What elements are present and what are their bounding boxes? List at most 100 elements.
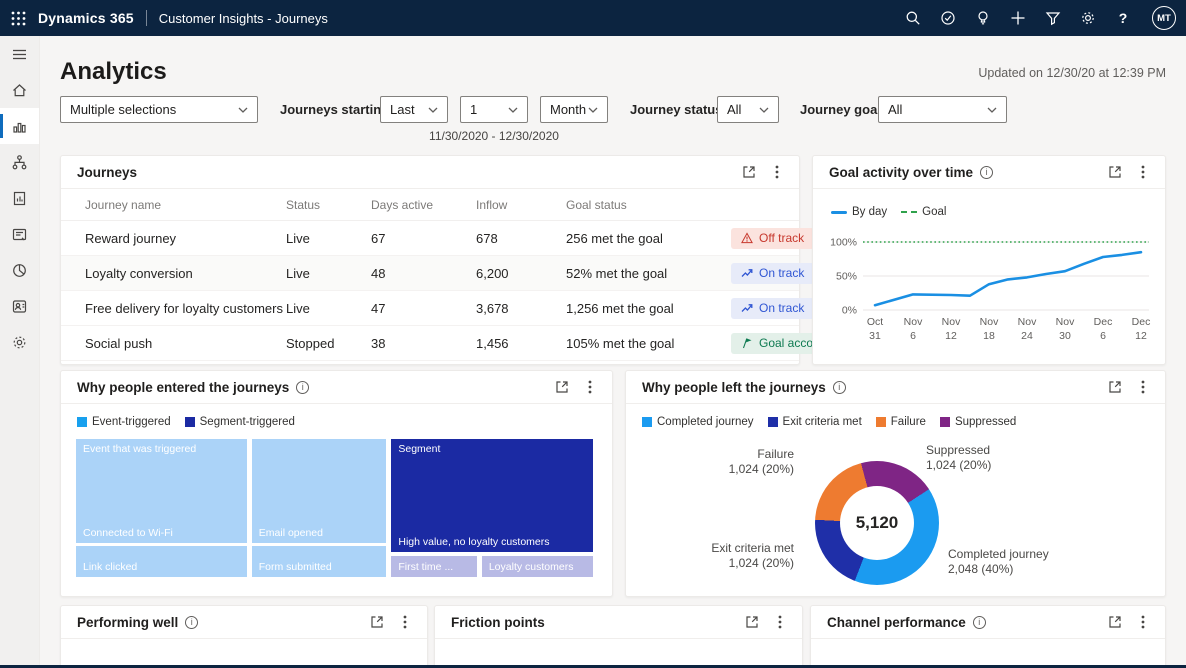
treemap-block[interactable]: Event that was triggeredConnected to Wi-… [76,439,247,543]
expand-icon[interactable] [365,610,389,634]
more-icon[interactable] [1131,160,1155,184]
sidebar-item-reports[interactable] [0,180,39,216]
table-row[interactable]: Social pushStopped381,456105% met the go… [61,326,799,361]
column-header[interactable]: Goal status [566,198,731,212]
settings-icon[interactable] [1080,10,1096,26]
app-name[interactable]: Dynamics 365 [38,10,134,26]
donut-chart[interactable]: 5,120 [815,461,939,585]
legend-item[interactable]: Goal [901,206,946,218]
expand-icon[interactable] [737,160,761,184]
info-icon[interactable]: i [980,166,993,179]
chevron-down-icon [987,107,997,113]
svg-text:Nov: Nov [942,316,961,328]
expand-icon[interactable] [1103,610,1127,634]
warning-icon [741,232,753,244]
waffle-icon[interactable] [0,0,36,36]
info-icon[interactable]: i [185,616,198,629]
entered-card-title: Why people entered the journeys [77,380,289,395]
line-chart-svg[interactable]: 100%50%0%Oct31Nov6Nov12Nov18Nov24Nov30De… [819,228,1159,346]
entered-chart-legend: Event-triggered Segment-triggered [77,416,295,428]
table-row[interactable]: Free delivery for loyalty customersLive4… [61,291,799,326]
card-title: Performing well [77,615,178,630]
period-mode-dropdown[interactable]: Last [380,96,448,123]
table-row[interactable]: Reward journeyLive67678256 met the goalO… [61,221,799,256]
status-cell: Stopped [286,336,371,351]
sidebar-item-audience[interactable] [0,288,39,324]
bottom-card-channel-performance: Channel performancei [810,605,1166,668]
period-mode-value: Last [390,102,415,117]
goal-activity-card: Goal activity over time i By dayGoal 100… [812,155,1166,365]
sidebar-menu-toggle[interactable] [0,36,39,72]
status-badge: Off track [731,228,814,249]
audience-dropdown-value: Multiple selections [70,102,176,117]
journey-goal-dropdown[interactable]: All [878,96,1007,123]
more-icon[interactable] [1131,610,1155,634]
expand-icon[interactable] [740,610,764,634]
info-icon[interactable]: i [973,616,986,629]
info-icon[interactable]: i [296,381,309,394]
page-title: Analytics [60,58,167,86]
inflow-cell: 3,678 [476,301,566,316]
treemap-block[interactable]: SegmentHigh value, no loyalty customers [391,439,593,552]
callout-label: Exit criteria met [672,541,794,556]
column-header[interactable]: Inflow [476,198,566,212]
plus-icon[interactable] [1010,10,1026,26]
period-unit-value: Month [550,102,586,117]
period-unit-dropdown[interactable]: Month [540,96,608,123]
legend-item[interactable]: By day [831,206,887,218]
filter-icon[interactable] [1045,10,1061,26]
column-header[interactable]: Days active [371,198,476,212]
journey-status-dropdown[interactable]: All [717,96,779,123]
expand-icon[interactable] [550,375,574,399]
lightbulb-icon[interactable] [975,10,991,26]
treemap-leaf-label: First time ... [398,561,472,573]
entered-treemap: Event that was triggeredConnected to Wi-… [76,439,593,577]
guidance-icon[interactable] [940,10,956,26]
sidebar-item-messages[interactable] [0,216,39,252]
legend-item[interactable]: Segment-triggered [185,416,295,428]
more-icon[interactable] [768,610,792,634]
treemap-block[interactable]: Form submitted [252,546,386,577]
column-header[interactable]: Status [286,198,371,212]
avatar[interactable]: MT [1152,6,1176,30]
bottom-card-performing-well: Performing well i [60,605,428,668]
treemap-block[interactable]: Email opened [252,439,386,543]
treemap-block[interactable]: Link clicked [76,546,247,577]
table-row[interactable]: Loyalty conversionLive486,20052% met the… [61,256,799,291]
legend-item[interactable]: Event-triggered [77,416,171,428]
more-icon[interactable] [765,160,789,184]
more-icon[interactable] [578,375,602,399]
topbar-actions: ? MT [905,6,1186,30]
days-active-cell: 47 [371,301,476,316]
chevron-down-icon [759,107,769,113]
treemap-group-label: Event that was triggered [83,443,243,455]
goal-chart-legend: By day Goal [831,206,946,218]
sidebar-item-home[interactable] [0,72,39,108]
journeys-table-body: Reward journeyLive67678256 met the goalO… [61,221,799,361]
treemap-block[interactable]: First time ... [391,556,476,577]
callout-value: 2,048 (40%) [948,562,1108,577]
line-swatch [831,211,847,214]
sidebar-item-settings[interactable] [0,324,39,360]
column-header[interactable]: Journey name [85,198,286,212]
goal-status-cell: 52% met the goal [566,266,731,281]
donut-callout: Completed journey2,048 (40%) [948,547,1108,577]
card-header: Performing well i [61,606,427,639]
treemap-block[interactable]: Loyalty customers [482,556,593,577]
journeys-card-title: Journeys [77,165,137,180]
search-icon[interactable] [905,10,921,26]
donut-total: 5,120 [840,486,914,560]
legend-label: Event-triggered [92,416,171,428]
help-icon[interactable]: ? [1115,10,1131,26]
sidebar-item-journeys[interactable] [0,144,39,180]
journey-name-cell: Social push [85,336,286,351]
period-count-dropdown[interactable]: 1 [460,96,528,123]
topbar: Dynamics 365 Customer Insights - Journey… [0,0,1186,36]
expand-icon[interactable] [1103,160,1127,184]
sidebar-item-segments[interactable] [0,252,39,288]
more-icon[interactable] [393,610,417,634]
journeys-table-header: Journey nameStatusDays activeInflowGoal … [61,189,799,221]
app-context[interactable]: Customer Insights - Journeys [159,11,328,26]
audience-dropdown[interactable]: Multiple selections [60,96,258,123]
sidebar-item-analytics[interactable] [0,108,39,144]
